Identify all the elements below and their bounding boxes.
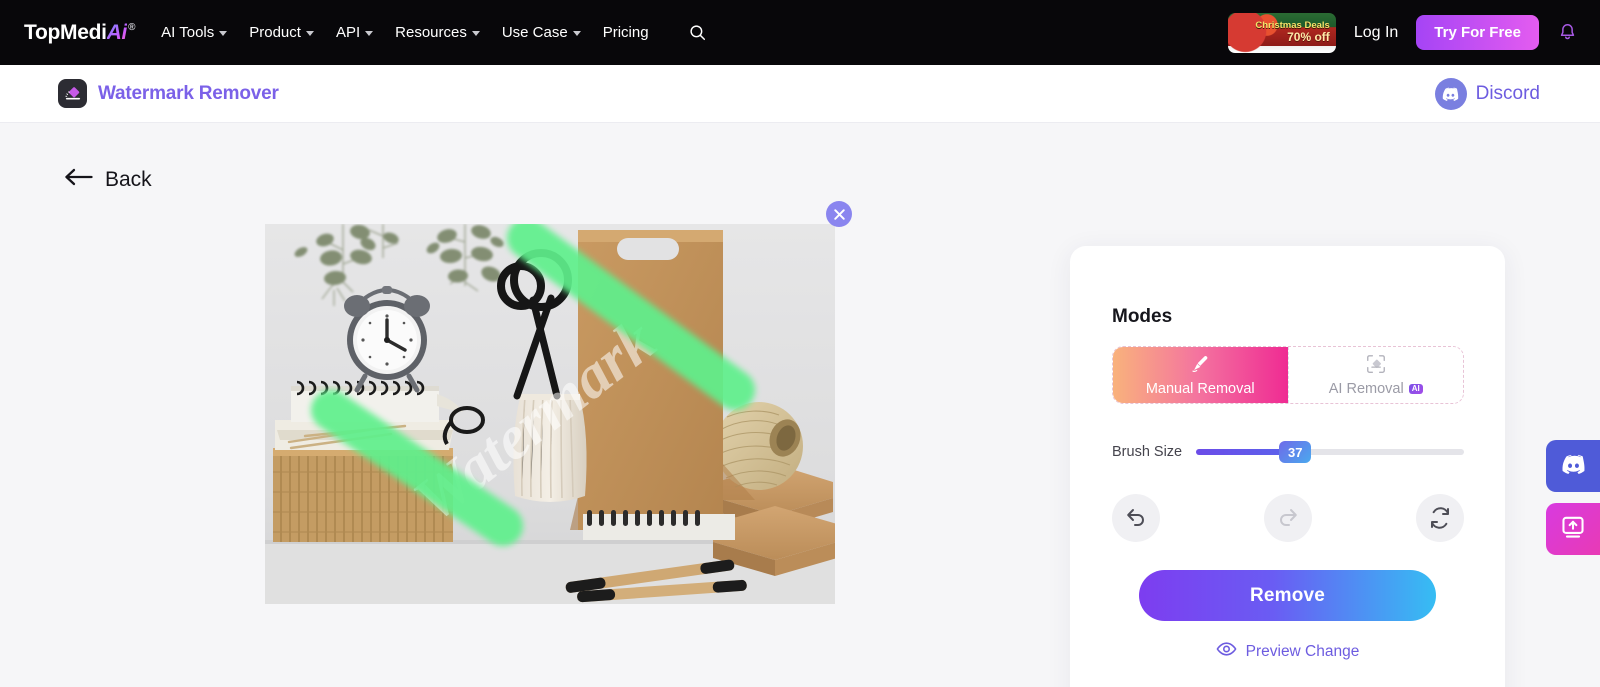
history-controls xyxy=(1112,494,1464,542)
brush-size-label: Brush Size xyxy=(1112,444,1183,460)
watermark-remover-brand[interactable]: Watermark Remover xyxy=(58,79,279,108)
nav-label: Pricing xyxy=(602,24,649,41)
top-navigation-bar: TopMedi Ai ® AI Tools Product API Resource… xyxy=(0,0,1600,65)
page-title: Watermark Remover xyxy=(98,82,279,104)
brush-size-control: Brush Size 37 xyxy=(1112,441,1464,463)
nav-item-resources[interactable]: Resources xyxy=(395,24,480,41)
try-for-free-button[interactable]: Try For Free xyxy=(1416,15,1539,50)
eye-icon xyxy=(1216,641,1237,662)
ai-scan-icon xyxy=(1365,353,1387,380)
chevron-down-icon xyxy=(365,31,374,36)
reset-button[interactable] xyxy=(1416,494,1464,542)
mode-ai-label: AI Removal AI xyxy=(1329,381,1423,397)
nav-label: API xyxy=(335,24,361,41)
chevron-down-icon xyxy=(572,31,581,36)
discord-icon xyxy=(1434,77,1467,110)
close-x-icon[interactable] xyxy=(826,201,852,227)
controls-panel: Modes Manual Removal AI Removal AI Brush… xyxy=(1070,246,1505,687)
christmas-promo-banner[interactable]: Christmas Deals 70% off xyxy=(1227,12,1336,53)
discord-float-button[interactable] xyxy=(1546,440,1600,492)
watermark-eraser-icon xyxy=(58,79,87,108)
registered-mark: ® xyxy=(128,21,136,33)
brush-icon xyxy=(1189,353,1211,380)
nav-label: Resources xyxy=(395,24,467,41)
chevron-down-icon xyxy=(305,31,314,36)
back-button[interactable]: Back xyxy=(64,167,152,192)
floating-side-buttons xyxy=(1546,440,1600,555)
mode-ai-removal[interactable]: AI Removal AI xyxy=(1287,347,1463,403)
tool-sub-header: Watermark Remover Discord xyxy=(0,65,1600,123)
mode-manual-removal[interactable]: Manual Removal xyxy=(1113,347,1288,403)
redo-button[interactable] xyxy=(1264,494,1312,542)
mode-toggle-group: Manual Removal AI Removal AI xyxy=(1112,346,1464,404)
site-logo-text: TopMedi xyxy=(24,20,107,44)
discord-label: Discord xyxy=(1475,82,1540,104)
ai-badge: AI xyxy=(1408,383,1423,395)
modes-heading: Modes xyxy=(1112,306,1173,327)
mode-ai-text: AI Removal xyxy=(1328,381,1404,397)
chevron-down-icon xyxy=(219,31,228,36)
feedback-upload-icon xyxy=(1560,515,1586,544)
mode-manual-label: Manual Removal xyxy=(1145,381,1255,397)
slider-value-handle[interactable]: 37 xyxy=(1279,441,1312,463)
site-logo-ai-glyph: Ai xyxy=(106,20,128,44)
brush-size-slider[interactable]: 37 xyxy=(1196,441,1464,463)
notification-bell-icon[interactable] xyxy=(1557,22,1578,43)
discord-link[interactable]: Discord xyxy=(1434,77,1540,110)
primary-nav-links: AI Tools Product API Resources Use Case … xyxy=(161,24,705,41)
nav-item-pricing[interactable]: Pricing xyxy=(603,24,649,41)
nav-label: Product xyxy=(249,24,301,41)
remove-button[interactable]: Remove xyxy=(1139,570,1436,621)
promo-line-2: 70% off xyxy=(1287,30,1330,45)
nav-label: Use Case xyxy=(501,24,568,41)
login-link[interactable]: Log In xyxy=(1354,24,1398,42)
image-canvas[interactable]: Watermark xyxy=(265,201,852,604)
arrow-left-icon xyxy=(64,167,94,192)
nav-item-api[interactable]: API xyxy=(335,24,374,41)
preview-change-link[interactable]: Preview Change xyxy=(1070,641,1505,662)
back-label: Back xyxy=(105,167,152,191)
undo-button[interactable] xyxy=(1112,494,1160,542)
site-logo[interactable]: TopMedi Ai ® xyxy=(24,21,135,45)
feedback-float-button[interactable] xyxy=(1546,503,1600,555)
source-image[interactable]: Watermark xyxy=(265,224,835,604)
nav-item-ai-tools[interactable]: AI Tools xyxy=(161,24,228,41)
chevron-down-icon xyxy=(471,31,480,36)
editor-workspace: Back Watermark Modes Manual Removal AI R… xyxy=(0,123,1600,687)
nav-right-cluster: Christmas Deals 70% off Log In Try For F… xyxy=(1227,12,1578,53)
nav-item-product[interactable]: Product xyxy=(249,24,314,41)
search-icon[interactable] xyxy=(689,24,706,41)
discord-icon xyxy=(1560,454,1587,479)
nav-label: AI Tools xyxy=(161,24,215,41)
preview-change-label: Preview Change xyxy=(1245,642,1360,660)
nav-item-use-case[interactable]: Use Case xyxy=(502,24,581,41)
app-root: TopMedi Ai ® AI Tools Product API Resource… xyxy=(0,0,1600,687)
